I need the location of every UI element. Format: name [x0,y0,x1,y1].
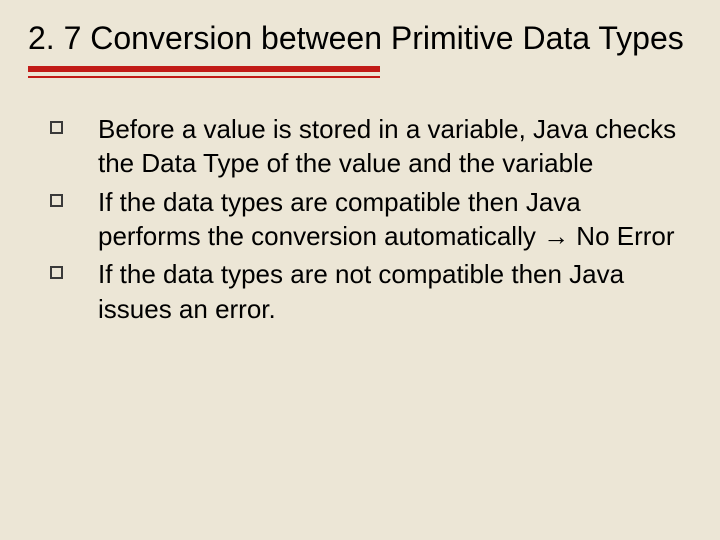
title-underline [28,66,380,78]
square-bullet-icon [50,194,63,207]
bullet-text: If the data types are not compatible the… [98,259,624,323]
slide-title: 2. 7 Conversion between Primitive Data T… [28,18,688,58]
list-item: If the data types are compatible then Ja… [40,185,688,254]
list-item: Before a value is stored in a variable, … [40,112,688,181]
square-bullet-icon [50,266,63,279]
bullet-text: If the data types are compatible then Ja… [98,187,675,251]
square-bullet-icon [50,121,63,134]
bullet-list: Before a value is stored in a variable, … [28,112,688,326]
bullet-text: Before a value is stored in a variable, … [98,114,676,178]
list-item: If the data types are not compatible the… [40,257,688,326]
